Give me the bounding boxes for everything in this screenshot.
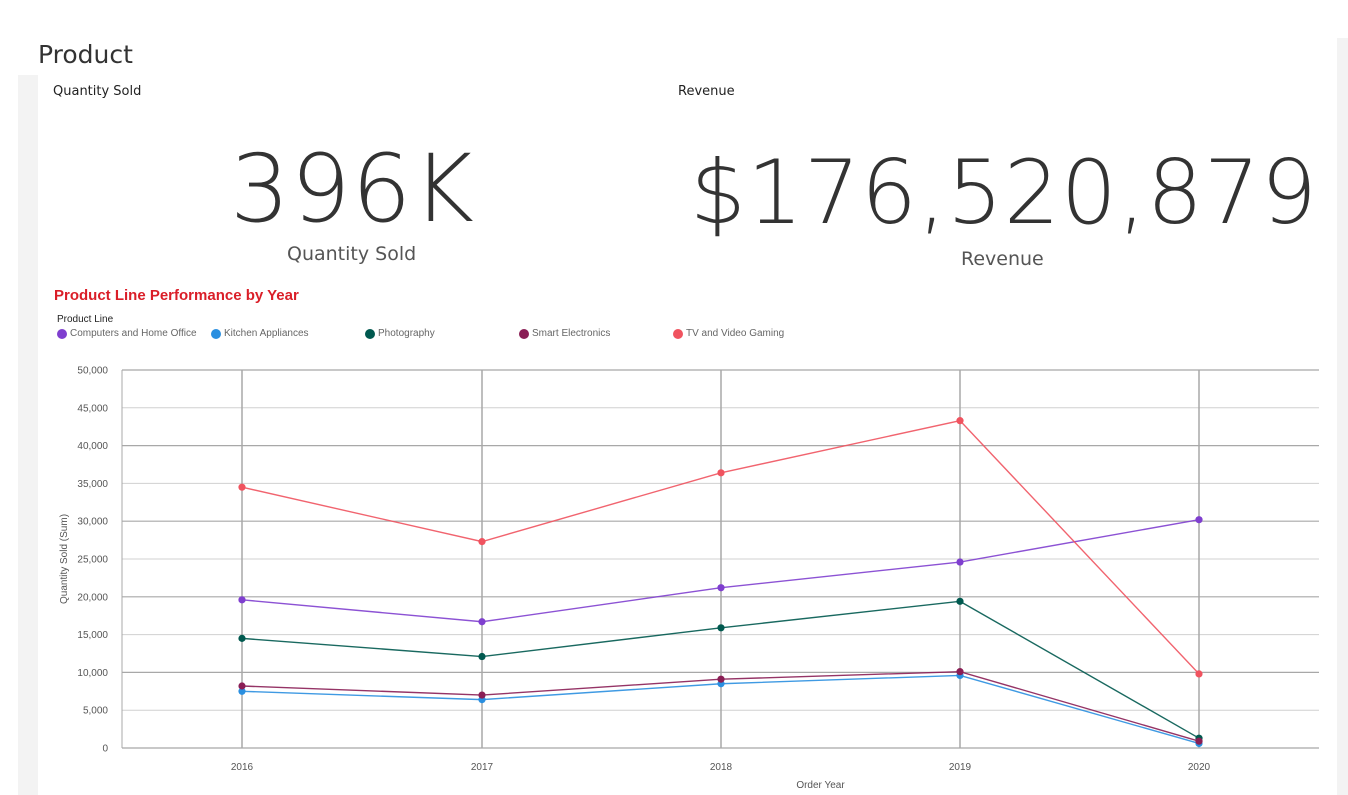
legend-dot-icon <box>519 328 529 339</box>
line-chart: 0 5,000 10,000 15,000 20,000 25,000 30,000 35,0… <box>59 366 1319 791</box>
y-axis-title: Quantity Sold (Sum) <box>59 514 70 604</box>
x-tick-label: 2020 <box>1188 762 1211 773</box>
y-tick-label: 20,000 <box>77 592 108 603</box>
data-point <box>238 634 246 642</box>
data-point <box>956 558 964 566</box>
data-point <box>478 691 486 699</box>
legend-label: Photography <box>378 328 435 339</box>
y-tick-label: 15,000 <box>77 630 108 641</box>
data-point <box>717 675 725 683</box>
legend-label: Smart Electronics <box>532 328 611 339</box>
legend-title: Product Line <box>57 314 114 325</box>
legend-item-kitchen-appliances[interactable]: Kitchen Appliances <box>211 328 309 339</box>
y-tick-label: 35,000 <box>77 479 108 490</box>
revenue-kpi-value: $176,520,879 <box>690 141 1318 244</box>
x-axis-title: Order Year <box>796 780 845 791</box>
legend-item-computers-and-home-office[interactable]: Computers and Home Office <box>57 328 197 339</box>
y-tick-label: 30,000 <box>77 517 108 528</box>
data-point <box>478 538 486 546</box>
quantity-sold-kpi-label: Quantity Sold <box>53 84 142 99</box>
revenue-kpi-caption: Revenue <box>961 248 1044 270</box>
x-tick-label: 2018 <box>710 762 733 773</box>
legend-label: TV and Video Gaming <box>686 328 785 339</box>
legend-item-tv-and-video-gaming[interactable]: TV and Video Gaming <box>673 328 784 339</box>
y-tick-label: 10,000 <box>77 668 108 679</box>
data-point <box>956 417 964 425</box>
x-tick-label: 2019 <box>949 762 972 773</box>
data-point <box>1195 670 1203 678</box>
data-point <box>956 597 964 605</box>
legend-dot-icon <box>673 328 683 339</box>
data-point <box>478 652 486 661</box>
data-point <box>956 668 964 676</box>
page-title: Product <box>38 40 133 69</box>
data-point <box>238 596 246 604</box>
data-point <box>1195 516 1203 524</box>
data-point <box>238 483 246 491</box>
x-tick-label: 2016 <box>231 762 254 773</box>
y-tick-label: 5,000 <box>83 706 108 717</box>
y-tick-label: 0 <box>102 744 108 755</box>
y-tick-label: 50,000 <box>77 366 108 377</box>
legend-dot-icon <box>365 328 375 339</box>
data-point <box>717 624 725 632</box>
y-tick-label: 45,000 <box>77 403 108 414</box>
legend-label: Computers and Home Office <box>70 328 197 339</box>
data-point <box>717 469 725 477</box>
legend-dot-icon <box>211 328 221 339</box>
data-point <box>238 682 246 690</box>
quantity-sold-kpi-value: 396K <box>230 135 476 244</box>
x-tick-label: 2017 <box>471 762 494 773</box>
legend-dot-icon <box>57 328 67 339</box>
legend-item-photography[interactable]: Photography <box>365 328 435 339</box>
legend-label: Kitchen Appliances <box>224 328 309 339</box>
data-point <box>478 618 486 626</box>
y-tick-label: 40,000 <box>77 441 108 452</box>
revenue-kpi-label: Revenue <box>678 84 735 99</box>
legend-item-smart-electronics[interactable]: Smart Electronics <box>519 328 610 339</box>
data-point <box>717 584 725 592</box>
quantity-sold-kpi-caption: Quantity Sold <box>287 243 417 265</box>
data-point <box>1195 737 1203 745</box>
chart-title: Product Line Performance by Year <box>54 287 299 304</box>
y-tick-label: 25,000 <box>77 555 108 566</box>
